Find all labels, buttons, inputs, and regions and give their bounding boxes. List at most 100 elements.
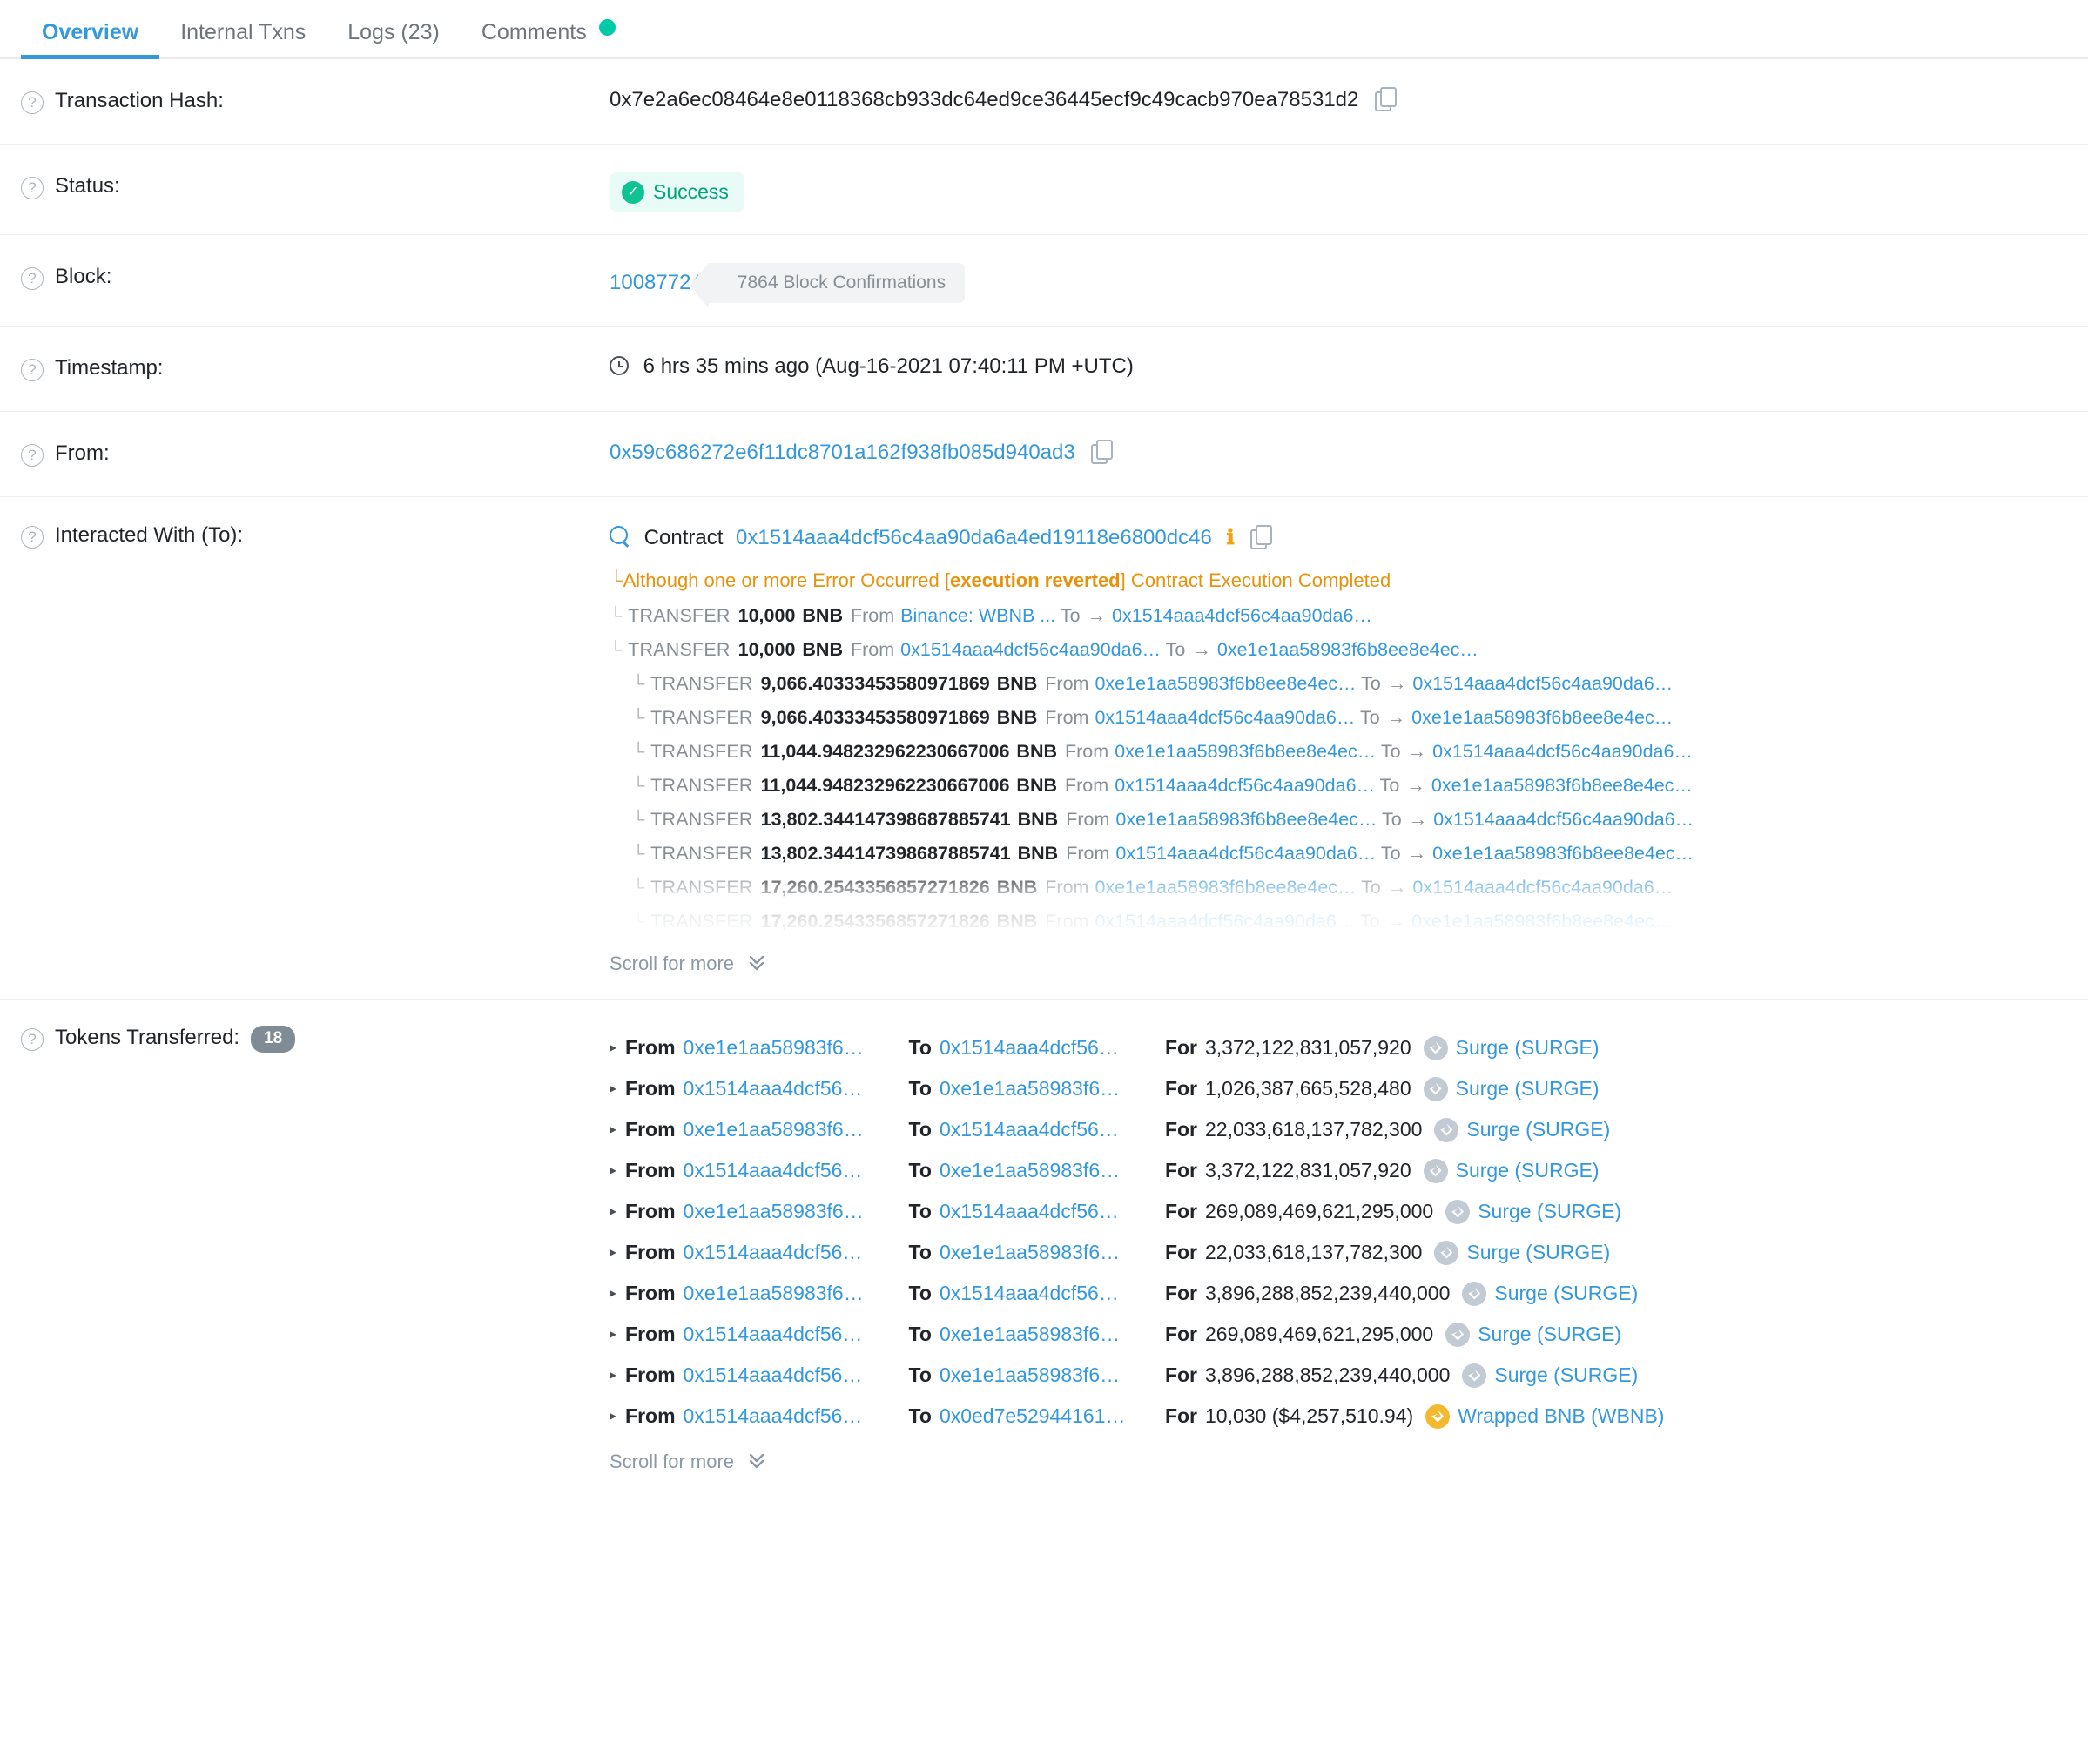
- help-icon[interactable]: ?: [21, 177, 44, 199]
- transfer-from-link[interactable]: 0x1514aaa4dcf56c4aa90da6…: [900, 639, 1161, 660]
- block-number-link[interactable]: 10087724: [610, 271, 703, 295]
- caret-right-icon[interactable]: ▸: [610, 1245, 616, 1261]
- transfer-from-link[interactable]: 0xe1e1aa58983f6b8ee8e4ec…: [1115, 741, 1376, 762]
- token-name-link[interactable]: Surge (SURGE): [1434, 1118, 1610, 1142]
- token-name-link[interactable]: Surge (SURGE): [1434, 1241, 1610, 1265]
- token-to-link[interactable]: 0x1514aaa4dcf56…: [940, 1037, 1157, 1059]
- token-from-link[interactable]: 0xe1e1aa58983f6…: [684, 1037, 901, 1059]
- tab-logs-23[interactable]: Logs (23): [327, 22, 461, 57]
- transfer-from-link[interactable]: 0x1514aaa4dcf56c4aa90da6…: [1095, 911, 1355, 932]
- tab-label: Logs (23): [347, 20, 440, 44]
- label-text: Timestamp:: [55, 356, 163, 380]
- token-from-link[interactable]: 0x1514aaa4dcf56…: [684, 1160, 901, 1182]
- caret-right-icon[interactable]: ▸: [610, 1122, 616, 1138]
- caret-right-icon[interactable]: ▸: [610, 1040, 616, 1056]
- transfer-to-link[interactable]: 0x1514aaa4dcf56c4aa90da6…: [1412, 877, 1673, 898]
- tree-elbow-icon: └: [632, 912, 644, 932]
- help-icon[interactable]: ?: [21, 444, 44, 467]
- token-name-link[interactable]: Surge (SURGE): [1462, 1282, 1638, 1306]
- caret-right-icon[interactable]: ▸: [610, 1409, 616, 1424]
- tab-overview[interactable]: Overview: [21, 22, 159, 57]
- copy-icon[interactable]: [1250, 525, 1270, 548]
- from-word: From: [625, 1242, 676, 1263]
- transfer-from-link[interactable]: 0x1514aaa4dcf56c4aa90da6…: [1115, 775, 1375, 796]
- transfer-to-link[interactable]: 0x1514aaa4dcf56c4aa90da6…: [1112, 605, 1372, 626]
- token-from-link[interactable]: 0x1514aaa4dcf56…: [684, 1242, 901, 1263]
- token-name-text: Surge (SURGE): [1466, 1119, 1610, 1141]
- from-address-link[interactable]: 0x59c686272e6f11dc8701a162f938fb085d940a…: [610, 441, 1075, 464]
- tab-internal-txns[interactable]: Internal Txns: [159, 22, 327, 57]
- token-name-link[interactable]: Surge (SURGE): [1462, 1363, 1638, 1388]
- help-icon[interactable]: ?: [21, 526, 44, 549]
- token-name-link[interactable]: Wrapped BNB (WBNB): [1425, 1404, 1664, 1429]
- contract-address-link[interactable]: 0x1514aaa4dcf56c4aa90da6a4ed19118e6800dc…: [736, 526, 1212, 549]
- scroll-for-more-internal[interactable]: Scroll for more: [610, 939, 765, 975]
- tree-elbow-icon: └: [632, 845, 644, 864]
- transfer-to-link[interactable]: 0xe1e1aa58983f6b8ee8e4ec…: [1411, 911, 1673, 932]
- tab-comments[interactable]: Comments: [461, 19, 637, 57]
- block-label: ? Block:: [21, 235, 610, 290]
- transfer-from-link[interactable]: Binance: WBNB ...: [900, 605, 1055, 626]
- transfer-from-link[interactable]: 0xe1e1aa58983f6b8ee8e4ec…: [1095, 673, 1356, 694]
- token-from-link[interactable]: 0x1514aaa4dcf56…: [684, 1364, 901, 1386]
- copy-icon[interactable]: [1091, 440, 1110, 462]
- transfer-to-link[interactable]: 0xe1e1aa58983f6b8ee8e4ec…: [1217, 639, 1478, 660]
- transfer-to-link[interactable]: 0x1514aaa4dcf56c4aa90da6…: [1432, 741, 1693, 762]
- token-name-link[interactable]: Surge (SURGE): [1445, 1323, 1621, 1347]
- caret-right-icon[interactable]: ▸: [610, 1163, 616, 1179]
- token-name-link[interactable]: Surge (SURGE): [1424, 1036, 1600, 1060]
- copy-icon[interactable]: [1375, 87, 1394, 110]
- transfer-to-link[interactable]: 0xe1e1aa58983f6b8ee8e4ec…: [1411, 707, 1673, 728]
- scroll-for-more-tokens[interactable]: Scroll for more: [610, 1437, 765, 1473]
- scroll-for-more-label: Scroll for more: [610, 953, 734, 974]
- status-value: ✓ Success: [610, 145, 2067, 234]
- caret-right-icon[interactable]: ▸: [610, 1081, 616, 1097]
- tree-elbow-icon: └: [632, 879, 644, 898]
- transfer-to-link[interactable]: 0x1514aaa4dcf56c4aa90da6…: [1433, 809, 1694, 830]
- from-word: From: [625, 1119, 676, 1141]
- token-to-link[interactable]: 0x0ed7e52944161…: [940, 1405, 1157, 1427]
- transfer-to-link[interactable]: 0xe1e1aa58983f6b8ee8e4ec…: [1432, 843, 1694, 864]
- token-to-link[interactable]: 0x1514aaa4dcf56…: [940, 1201, 1157, 1222]
- transfer-from-link[interactable]: 0x1514aaa4dcf56c4aa90da6…: [1115, 843, 1376, 864]
- for-word: For: [1165, 1078, 1197, 1100]
- token-from-link[interactable]: 0xe1e1aa58983f6…: [684, 1201, 901, 1222]
- transfer-to-link[interactable]: 0x1514aaa4dcf56c4aa90da6…: [1412, 673, 1673, 694]
- token-transfer-row: ▸From0xe1e1aa58983f6…To0x1514aaa4dcf56…F…: [610, 1027, 2067, 1068]
- help-icon[interactable]: ?: [21, 267, 44, 290]
- caret-right-icon[interactable]: ▸: [610, 1327, 616, 1343]
- token-from-link[interactable]: 0x1514aaa4dcf56…: [684, 1405, 901, 1427]
- token-from-link[interactable]: 0xe1e1aa58983f6…: [684, 1119, 901, 1141]
- token-to-link[interactable]: 0x1514aaa4dcf56…: [940, 1119, 1157, 1141]
- caret-right-icon[interactable]: ▸: [610, 1368, 616, 1384]
- transfer-from-link[interactable]: 0xe1e1aa58983f6b8ee8e4ec…: [1115, 809, 1377, 830]
- token-to-link[interactable]: 0x1514aaa4dcf56…: [940, 1283, 1157, 1304]
- transfer-from-link[interactable]: 0xe1e1aa58983f6b8ee8e4ec…: [1095, 877, 1356, 898]
- caret-right-icon[interactable]: ▸: [610, 1204, 616, 1220]
- token-from-link[interactable]: 0x1514aaa4dcf56…: [684, 1323, 901, 1345]
- transfer-to-link[interactable]: 0xe1e1aa58983f6b8ee8e4ec…: [1431, 775, 1693, 796]
- help-icon[interactable]: ?: [21, 1028, 44, 1051]
- for-word: For: [1165, 1323, 1197, 1345]
- token-to-link[interactable]: 0xe1e1aa58983f6…: [940, 1078, 1157, 1100]
- transfer-from-link[interactable]: 0x1514aaa4dcf56c4aa90da6…: [1095, 707, 1355, 728]
- to-word: To: [1061, 605, 1081, 626]
- help-icon[interactable]: ?: [21, 91, 44, 114]
- warning-info-icon[interactable]: ℹ: [1226, 525, 1234, 550]
- help-icon[interactable]: ?: [21, 359, 44, 381]
- token-to-link[interactable]: 0xe1e1aa58983f6…: [940, 1160, 1157, 1182]
- internal-transfers-panel: └Although one or more Error Occurred [ex…: [610, 564, 2067, 939]
- token-name-link[interactable]: Surge (SURGE): [1424, 1159, 1600, 1183]
- token-to-link[interactable]: 0xe1e1aa58983f6…: [940, 1242, 1157, 1263]
- token-to-link[interactable]: 0xe1e1aa58983f6…: [940, 1323, 1157, 1345]
- token-transfer-list[interactable]: ▸ From 0xe1e1aa58983f6… To 0x1514aaa4dcf56… F…: [610, 1027, 2067, 1437]
- token-from-link[interactable]: 0xe1e1aa58983f6…: [684, 1283, 901, 1304]
- token-to-link[interactable]: 0xe1e1aa58983f6…: [940, 1364, 1157, 1386]
- internal-transfers-list[interactable]: └Although one or more Error Occurred [ex…: [610, 564, 2067, 939]
- caret-right-icon[interactable]: ▸: [610, 1286, 616, 1302]
- token-name-link[interactable]: Surge (SURGE): [1445, 1200, 1621, 1224]
- token-name-link[interactable]: Surge (SURGE): [1424, 1077, 1600, 1101]
- to-word: To: [909, 1160, 932, 1182]
- magnifier-icon[interactable]: [610, 526, 630, 547]
- token-from-link[interactable]: 0x1514aaa4dcf56…: [684, 1078, 901, 1100]
